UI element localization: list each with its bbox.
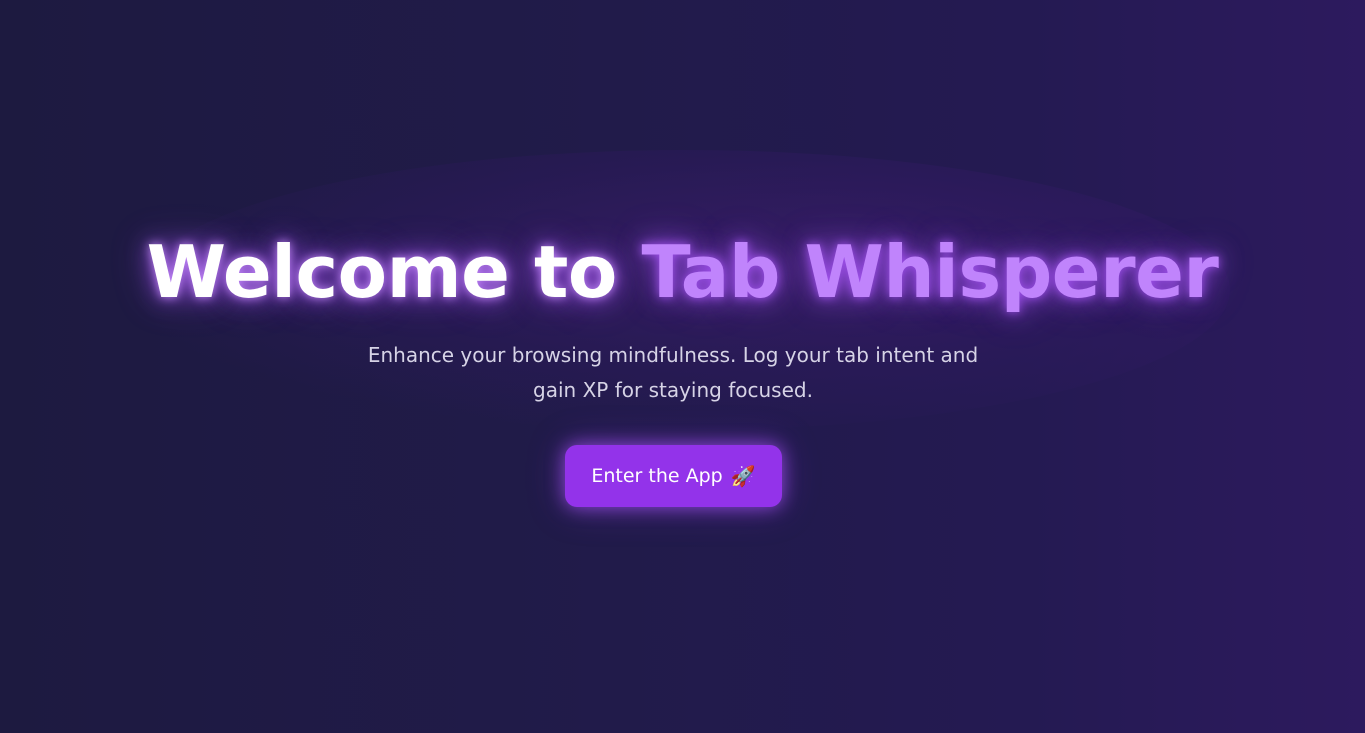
- enter-app-button[interactable]: Enter the App 🚀: [565, 445, 782, 507]
- enter-app-label: Enter the App: [591, 465, 723, 487]
- hero-tagline: Enhance your browsing mindfulness. Log y…: [367, 343, 979, 402]
- title-brand: Tab Whisperer: [641, 230, 1219, 314]
- hero-section: Welcome to Tab Whisperer Enhance your br…: [0, 0, 1365, 733]
- rocket-icon: 🚀: [730, 464, 756, 488]
- page-title: Welcome to Tab Whisperer: [0, 222, 1365, 322]
- title-lead: Welcome to: [146, 230, 642, 314]
